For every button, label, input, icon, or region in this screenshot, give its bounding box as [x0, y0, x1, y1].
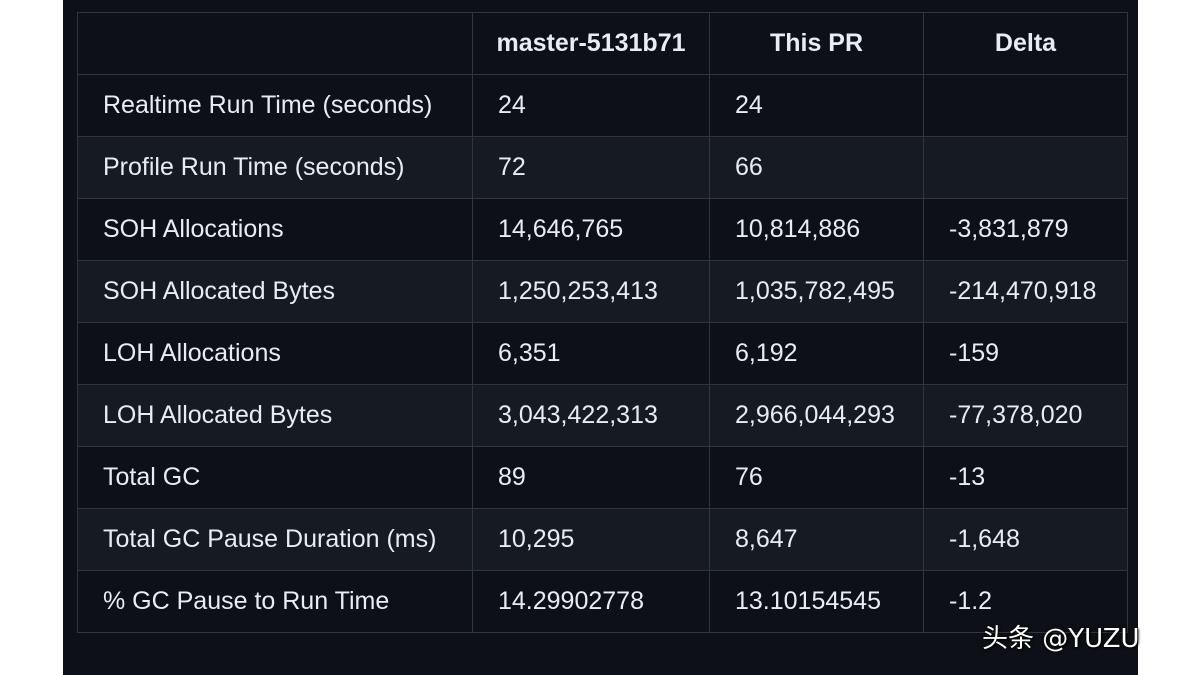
watermark-text: 头条 @YUZU [982, 624, 1140, 654]
metric-cell: SOH Allocated Bytes [77, 260, 473, 323]
this-pr-cell: 2,966,044,293 [709, 384, 924, 447]
delta-cell [923, 74, 1128, 137]
table-header-row: master-5131b71 This PR Delta [77, 12, 1128, 75]
this-pr-cell: 24 [709, 74, 924, 137]
table-row: Realtime Run Time (seconds) 24 24 [77, 74, 1128, 137]
delta-cell: -214,470,918 [923, 260, 1128, 323]
delta-cell: -1,648 [923, 508, 1128, 571]
this-pr-cell: 6,192 [709, 322, 924, 385]
table-row: SOH Allocations 14,646,765 10,814,886 -3… [77, 198, 1128, 261]
metric-cell: LOH Allocated Bytes [77, 384, 473, 447]
this-pr-cell: 76 [709, 446, 924, 509]
master-cell: 24 [472, 74, 710, 137]
master-cell: 1,250,253,413 [472, 260, 710, 323]
delta-cell: -159 [923, 322, 1128, 385]
table-row: % GC Pause to Run Time 14.29902778 13.10… [77, 570, 1128, 633]
master-cell: 14.29902778 [472, 570, 710, 633]
table-row: SOH Allocated Bytes 1,250,253,413 1,035,… [77, 260, 1128, 323]
master-cell: 6,351 [472, 322, 710, 385]
table-row: Total GC 89 76 -13 [77, 446, 1128, 509]
this-pr-cell: 8,647 [709, 508, 924, 571]
header-master: master-5131b71 [472, 12, 710, 75]
this-pr-cell: 10,814,886 [709, 198, 924, 261]
delta-cell: -13 [923, 446, 1128, 509]
this-pr-cell: 66 [709, 136, 924, 199]
delta-cell [923, 136, 1128, 199]
header-delta: Delta [923, 12, 1128, 75]
metric-cell: Profile Run Time (seconds) [77, 136, 473, 199]
table-row: LOH Allocated Bytes 3,043,422,313 2,966,… [77, 384, 1128, 447]
metric-cell: SOH Allocations [77, 198, 473, 261]
performance-comparison-table: master-5131b71 This PR Delta Realtime Ru… [77, 12, 1128, 633]
delta-cell: -77,378,020 [923, 384, 1128, 447]
master-cell: 10,295 [472, 508, 710, 571]
master-cell: 3,043,422,313 [472, 384, 710, 447]
header-this-pr: This PR [709, 12, 924, 75]
metric-cell: LOH Allocations [77, 322, 473, 385]
metric-cell: Total GC Pause Duration (ms) [77, 508, 473, 571]
metric-cell: % GC Pause to Run Time [77, 570, 473, 633]
table-row: Profile Run Time (seconds) 72 66 [77, 136, 1128, 199]
this-pr-cell: 13.10154545 [709, 570, 924, 633]
metric-cell: Realtime Run Time (seconds) [77, 74, 473, 137]
metric-cell: Total GC [77, 446, 473, 509]
table-row: LOH Allocations 6,351 6,192 -159 [77, 322, 1128, 385]
master-cell: 89 [472, 446, 710, 509]
delta-cell: -3,831,879 [923, 198, 1128, 261]
master-cell: 72 [472, 136, 710, 199]
this-pr-cell: 1,035,782,495 [709, 260, 924, 323]
master-cell: 14,646,765 [472, 198, 710, 261]
header-metric [77, 12, 473, 75]
table-row: Total GC Pause Duration (ms) 10,295 8,64… [77, 508, 1128, 571]
